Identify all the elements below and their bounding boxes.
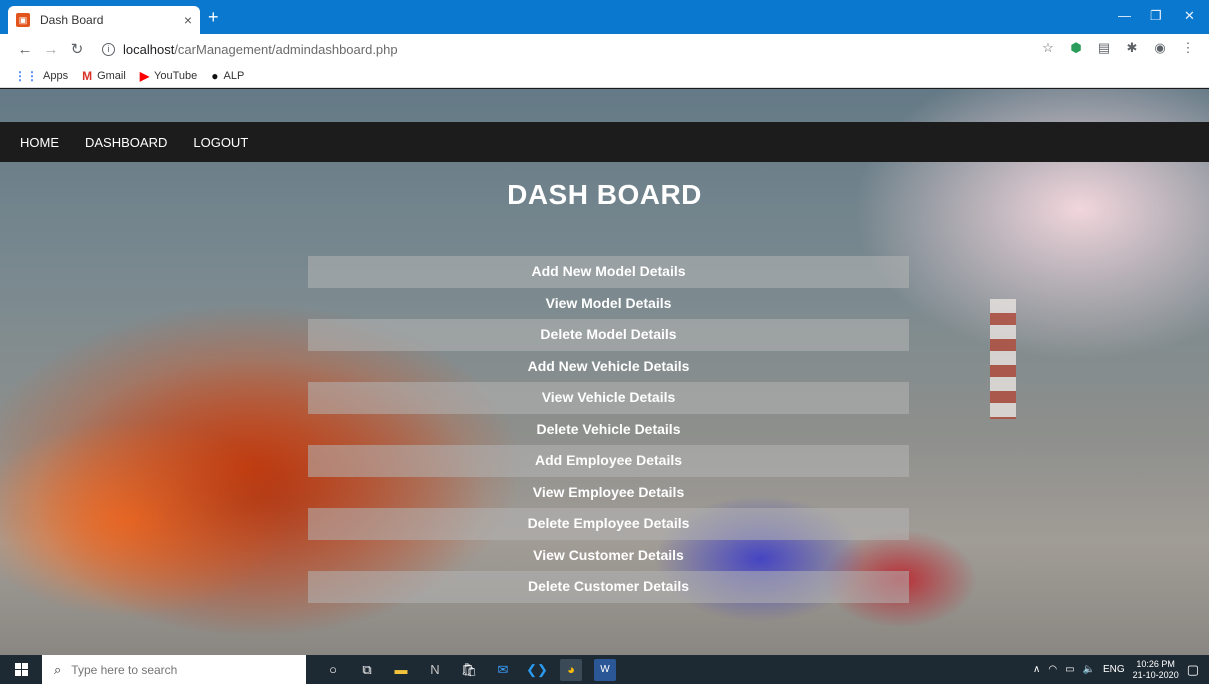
bookmark-label: YouTube — [154, 69, 198, 82]
bookmark-apps[interactable]: ⋮⋮ Apps — [14, 69, 68, 83]
menu-view-employee[interactable]: View Employee Details — [308, 477, 909, 509]
browser-tab[interactable]: ▣ Dash Board × — [8, 6, 200, 34]
tab-title: Dash Board — [40, 13, 104, 27]
menu-delete-vehicle[interactable]: Delete Vehicle Details — [308, 414, 909, 446]
file-explorer-icon[interactable]: ▬ — [390, 659, 412, 681]
url-path: /carManagement/admindashboard.php — [174, 41, 398, 57]
menu-delete-customer[interactable]: Delete Customer Details — [308, 571, 909, 603]
dashboard-menu: Add New Model Details View Model Details… — [308, 256, 909, 603]
new-tab-button[interactable]: + — [208, 8, 219, 26]
menu-view-vehicle[interactable]: View Vehicle Details — [308, 382, 909, 414]
menu-view-customer[interactable]: View Customer Details — [308, 540, 909, 572]
minimize-icon[interactable]: — — [1118, 8, 1131, 23]
url-bar[interactable]: i localhost /carManagement/admindashboar… — [102, 42, 398, 57]
menu-delete-employee[interactable]: Delete Employee Details — [308, 508, 909, 540]
task-view-icon[interactable]: ⧉ — [356, 659, 378, 681]
site-navbar: HOME DASHBOARD LOGOUT — [0, 122, 1209, 162]
bookmark-alp[interactable]: ● ALP — [211, 69, 244, 83]
bookmark-star-icon[interactable]: ☆ — [1041, 41, 1055, 55]
site-info-icon[interactable]: i — [102, 42, 115, 56]
bookmark-label: Gmail — [97, 69, 126, 82]
taskbar-search-input[interactable] — [71, 662, 272, 677]
extension-e-icon[interactable]: ▤ — [1097, 41, 1111, 55]
clock-date: 21-10-2020 — [1132, 669, 1179, 680]
tray-chevron-up-icon[interactable]: ∧ — [1033, 664, 1040, 675]
tab-close-icon[interactable]: × — [184, 12, 192, 28]
taskbar-clock[interactable]: 10:26 PM 21-10-2020 — [1133, 659, 1179, 681]
github-icon: ● — [211, 68, 219, 83]
clock-time: 10:26 PM — [1136, 658, 1175, 669]
gmail-icon: M — [82, 68, 93, 83]
taskbar-apps: ○ ⧉ ▬ N 🛍 ✉ ❮❯ ◕ W — [322, 658, 616, 681]
search-icon: ⌕ — [54, 661, 62, 677]
bookmark-youtube[interactable]: ▶ YouTube — [140, 69, 197, 83]
chrome-icon[interactable]: ◕ — [560, 658, 582, 681]
shield-extension-icon[interactable]: ⬢ — [1069, 41, 1083, 55]
browser-tabstrip: ▣ Dash Board × + — ❐ ✕ — [0, 0, 1209, 34]
wifi-icon[interactable]: ◠ — [1048, 664, 1057, 675]
windows-start-icon[interactable] — [0, 655, 42, 684]
vscode-icon[interactable]: ❮❯ — [526, 659, 548, 681]
notifications-icon[interactable]: ▢ — [1187, 662, 1199, 678]
nav-home-link[interactable]: HOME — [20, 135, 59, 150]
reload-icon[interactable]: ↻ — [66, 40, 88, 58]
profile-avatar-icon[interactable]: ◉ — [1153, 41, 1167, 55]
taskbar-search[interactable]: ⌕ — [42, 655, 306, 684]
apps-grid-icon: ⋮⋮ — [14, 68, 38, 83]
more-menu-icon[interactable]: ⋮ — [1181, 41, 1195, 55]
language-indicator[interactable]: ENG — [1103, 664, 1125, 675]
bookmark-gmail[interactable]: M Gmail — [82, 69, 126, 83]
address-bar-row: ← → ↻ i localhost /carManagement/adminda… — [0, 34, 1209, 64]
nav-dashboard-link[interactable]: DASHBOARD — [85, 135, 167, 150]
back-arrow-icon[interactable]: ← — [14, 41, 36, 58]
page-favicon-icon: ▣ — [16, 13, 30, 27]
bookmark-label: ALP — [223, 69, 245, 82]
menu-delete-model[interactable]: Delete Model Details — [308, 319, 909, 351]
windows-taskbar: ⌕ ○ ⧉ ▬ N 🛍 ✉ ❮❯ ◕ W ∧ ◠ ▭ 🔈 ENG 10:26 P… — [0, 655, 1209, 684]
menu-add-employee[interactable]: Add Employee Details — [308, 445, 909, 477]
browser-toolbar: ☆ ⬢ ▤ ✱ ◉ ⋮ — [1041, 41, 1195, 55]
cortana-icon[interactable]: ○ — [322, 659, 344, 681]
bookmarks-bar: ⋮⋮ Apps M Gmail ▶ YouTube ● ALP — [0, 64, 1209, 88]
youtube-icon: ▶ — [139, 68, 150, 83]
forward-arrow-icon[interactable]: → — [40, 41, 62, 58]
background-tower-image — [990, 299, 1016, 419]
store-icon[interactable]: 🛍 — [458, 659, 480, 681]
nav-logout-link[interactable]: LOGOUT — [193, 135, 248, 150]
extensions-puzzle-icon[interactable]: ✱ — [1125, 41, 1139, 55]
page-viewport: HOME DASHBOARD LOGOUT DASH BOARD Add New… — [0, 89, 1209, 655]
restore-icon[interactable]: ❐ — [1150, 8, 1162, 24]
battery-icon[interactable]: ▭ — [1065, 664, 1074, 675]
word-icon[interactable]: W — [594, 658, 616, 681]
system-tray: ∧ ◠ ▭ 🔈 ENG 10:26 PM 21-10-2020 ▢ — [1033, 655, 1209, 684]
page-title: DASH BOARD — [507, 179, 702, 210]
onenote-icon[interactable]: N — [424, 659, 446, 681]
url-host: localhost — [123, 41, 175, 57]
bookmark-label: Apps — [43, 69, 69, 82]
menu-view-model[interactable]: View Model Details — [308, 288, 909, 320]
mail-icon[interactable]: ✉ — [492, 659, 514, 681]
menu-add-new-vehicle[interactable]: Add New Vehicle Details — [308, 351, 909, 383]
menu-add-new-model[interactable]: Add New Model Details — [308, 256, 909, 288]
volume-icon[interactable]: 🔈 — [1083, 664, 1095, 675]
close-window-icon[interactable]: ✕ — [1184, 8, 1195, 24]
